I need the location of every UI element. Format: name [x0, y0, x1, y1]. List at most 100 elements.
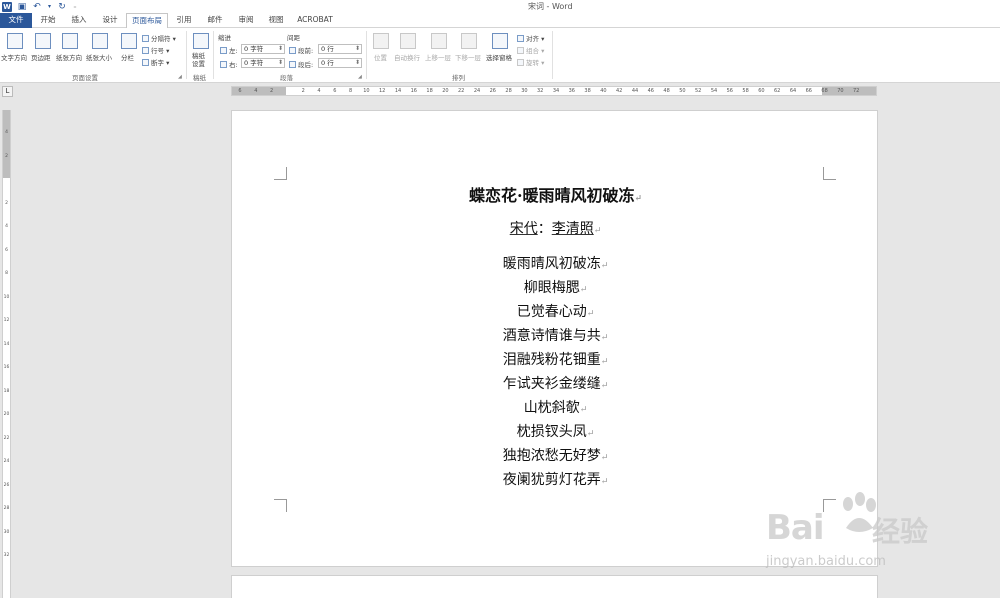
tab-home[interactable]: 开始 — [34, 13, 62, 28]
poem-line[interactable]: 柳眼梅腮↵ — [232, 277, 879, 301]
ruler-tick-label: 32 — [3, 553, 10, 558]
tab-page-layout[interactable]: 页面布局 — [126, 13, 168, 29]
poem-line[interactable]: 枕损钗头凤↵ — [232, 421, 879, 445]
poem-body[interactable]: 暖雨晴风初破冻↵ 柳眼梅腮↵ 已觉春心动↵ 酒意诗情谁与共↵ 泪融残粉花钿重↵ … — [232, 253, 879, 493]
ruler-tick-label: 50 — [679, 88, 686, 94]
tab-view[interactable]: 视图 — [262, 13, 290, 28]
page-setup-group-label: 页面设置 — [72, 74, 98, 82]
ruler-tick-label: 4 — [5, 224, 8, 229]
poem-line[interactable]: 乍试夹衫金缕缝↵ — [232, 373, 879, 397]
tab-review[interactable]: 审阅 — [232, 13, 260, 28]
watermark-suffix: 经验 — [872, 515, 929, 548]
ruler-tick-label: 26 — [489, 88, 496, 94]
ruler-tick-label: 10 — [363, 88, 370, 94]
tab-insert[interactable]: 插入 — [64, 13, 94, 28]
ruler-tick-label: 4 — [317, 88, 321, 94]
undo-dropdown-icon[interactable]: ▾ — [47, 2, 52, 12]
ruler-tick-label: 56 — [726, 88, 733, 94]
word-app-icon[interactable]: W — [2, 1, 12, 12]
poem-line[interactable]: 酒意诗情谁与共↵ — [232, 325, 879, 349]
ruler-tick-label: 38 — [584, 88, 591, 94]
hyphenation-label: 断字 — [151, 59, 164, 67]
rotate-button[interactable]: 旋转 ▾ — [517, 57, 544, 67]
position-icon — [373, 33, 389, 49]
line-numbers-label: 行号 — [151, 47, 164, 55]
selection-pane-icon — [492, 33, 508, 49]
group-icon — [517, 47, 524, 54]
vertical-ruler[interactable]: 4 2 2 4 6 8 10 12 14 16 18 20 22 24 26 28 30 32 — [2, 110, 11, 598]
horizontal-ruler[interactable]: 6 4 2 2 4 6 8 10 12 14 16 18 20 22 24 26 28 30 32 34 36 38 40 4… — [231, 86, 877, 96]
ruler-tick-label: 6 — [333, 88, 337, 94]
line-numbers-button[interactable]: 行号 ▾ — [142, 45, 169, 55]
hyphenation-button[interactable]: 断字 ▾ — [142, 57, 169, 67]
bring-forward-label: 上移一层 — [425, 54, 451, 62]
ruler-tick-label: 64 — [789, 88, 797, 94]
page-setup-launcher-icon[interactable]: ◢ — [178, 74, 182, 80]
rotate-label: 旋转 — [526, 59, 539, 67]
poem-line[interactable]: 泪融残粉花钿重↵ — [232, 349, 879, 373]
orientation-label: 纸张方向 — [56, 54, 82, 62]
ruler-tick-label: 2 — [5, 200, 8, 206]
ruler-tick-label: 18 — [426, 88, 433, 94]
poem-line[interactable]: 山枕斜欹↵ — [232, 397, 879, 421]
align-icon — [517, 35, 524, 42]
ruler-tick-label: 4 — [254, 88, 258, 94]
align-label: 对齐 — [526, 35, 539, 43]
text-direction-icon — [7, 33, 23, 49]
ruler-tick-label: 62 — [774, 88, 781, 94]
ruler-tick-label: 54 — [710, 88, 718, 94]
tab-design[interactable]: 设计 — [96, 13, 124, 28]
poem-line[interactable]: 独抱浓愁无好梦↵ — [232, 445, 879, 469]
poem-line[interactable]: 已觉春心动↵ — [232, 301, 879, 325]
breaks-button[interactable]: 分隔符 ▾ — [142, 33, 176, 43]
poem-author-line[interactable]: 宋代：李清照↵ — [232, 218, 879, 238]
ruler-tick-label: 60 — [758, 88, 765, 94]
draft-paper-icon — [193, 33, 209, 49]
ruler-tick-label: 10 — [3, 294, 10, 300]
group-separator — [186, 31, 187, 79]
ruler-tick-label: 2 — [5, 153, 8, 159]
ruler-tick-label: 70 — [837, 88, 844, 94]
ruler-tick-label: 16 — [410, 88, 417, 94]
tab-references[interactable]: 引用 — [170, 13, 198, 28]
quick-access-toolbar: W ▣ ↶ ▾ ↻ ₌ — [2, 1, 78, 12]
group-objects-button[interactable]: 组合 ▾ — [517, 45, 544, 55]
ruler-tick-label: 48 — [663, 88, 670, 94]
ruler-tick-label: 72 — [853, 88, 860, 94]
customize-qat-icon[interactable]: ₌ — [72, 2, 78, 12]
spacing-before-input[interactable]: 0 行 — [318, 44, 362, 54]
spacing-after-input[interactable]: 0 行 — [318, 58, 362, 68]
wrap-text-icon — [400, 33, 416, 49]
ribbon: 文字方向 页边距 纸张方向 纸张大小 分栏 分隔符 ▾ 行号 ▾ 断字 ▾ 页面… — [0, 28, 1000, 83]
ruler-tick-label: 8 — [5, 271, 8, 276]
poem-line[interactable]: 暖雨晴风初破冻↵ — [232, 253, 879, 277]
undo-icon[interactable]: ↶ — [32, 2, 42, 12]
ruler-tick-label: 36 — [568, 88, 575, 94]
tab-file[interactable]: 文件 — [0, 13, 32, 28]
right-margin-shade — [822, 87, 876, 95]
text-direction-label: 文字方向 — [1, 54, 27, 62]
selection-pane-label: 选择窗格 — [486, 54, 512, 62]
ruler-tick-label: 66 — [805, 88, 812, 94]
group-objects-label: 组合 — [526, 47, 539, 55]
indent-left-input[interactable]: 0 字符 — [241, 44, 285, 54]
title-bar: W ▣ ↶ ▾ ↻ ₌ 宋词 - Word — [0, 0, 1000, 13]
tab-selector[interactable]: L — [2, 86, 13, 97]
ruler-tick-label: 52 — [695, 88, 702, 94]
columns-icon — [121, 33, 137, 49]
indent-right-input[interactable]: 0 字符 — [241, 58, 285, 68]
align-button[interactable]: 对齐 ▾ — [517, 33, 544, 43]
spacing-after-label: 段后: — [289, 59, 313, 69]
breaks-label: 分隔符 — [151, 35, 171, 43]
tab-acrobat[interactable]: ACROBAT — [293, 13, 337, 28]
ruler-tick-label: 14 — [394, 88, 402, 94]
paragraph-launcher-icon[interactable]: ◢ — [358, 74, 362, 80]
ruler-tick-label: 24 — [3, 459, 10, 464]
paragraph-mark: ↵ — [634, 194, 643, 204]
tab-mailings[interactable]: 邮件 — [200, 13, 230, 28]
window-title: 宋词 - Word — [528, 2, 573, 11]
redo-icon[interactable]: ↻ — [57, 2, 67, 12]
save-icon[interactable]: ▣ — [17, 2, 27, 12]
ruler-tick-label: 2 — [270, 88, 274, 94]
poem-title[interactable]: 蝶恋花·暖雨晴风初破冻↵ — [232, 182, 879, 206]
